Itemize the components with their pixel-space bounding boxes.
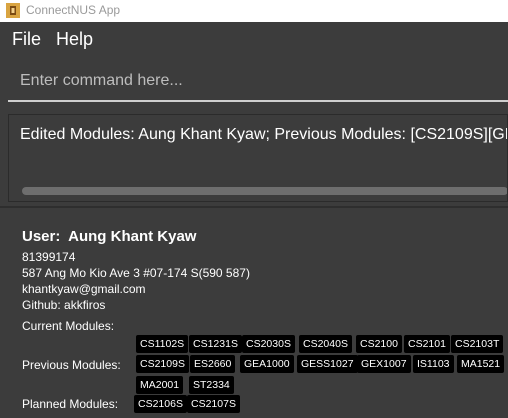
result-text: Edited Modules: Aung Khant Kyaw; Previou… <box>20 126 507 143</box>
module-tag: IS1103 <box>413 355 454 373</box>
panel-divider <box>0 206 508 208</box>
title-bar: ConnectNUS App <box>0 0 508 22</box>
module-tag: ES2660 <box>190 355 236 373</box>
person-card: User: Aung Khant Kyaw 81399174 587 Ang M… <box>22 227 508 313</box>
command-box <box>8 62 508 102</box>
window-title: ConnectNUS App <box>26 3 121 17</box>
horizontal-scrollbar[interactable] <box>14 186 507 196</box>
menu-help[interactable]: Help <box>56 28 93 50</box>
user-heading: User: Aung Khant Kyaw <box>22 227 508 247</box>
scrollbar-thumb[interactable] <box>22 187 507 195</box>
module-tag: CS2106S <box>134 395 187 413</box>
module-tag: CS1231S <box>189 335 242 353</box>
github: Github: akkfiros <box>22 298 106 312</box>
result-display: Edited Modules: Aung Khant Kyaw; Previou… <box>8 114 508 202</box>
user-prefix: User: <box>22 228 61 245</box>
command-input[interactable] <box>8 62 508 100</box>
module-tag: GEA1000 <box>240 355 294 373</box>
previous-modules-label: Previous Modules: <box>22 358 121 372</box>
module-tag: CS2103T <box>451 335 504 353</box>
module-tag: GESS1027 <box>297 355 358 373</box>
module-tag: CS2030S <box>242 335 295 353</box>
app-icon <box>6 3 20 18</box>
module-tag: CS2101 <box>404 335 450 353</box>
module-tag: CS2040S <box>299 335 352 353</box>
module-tag: ST2334 <box>189 376 234 394</box>
current-modules-label: Current Modules: <box>22 319 115 333</box>
module-tag: CS2109S <box>136 355 189 373</box>
planned-modules-label: Planned Modules: <box>22 397 119 411</box>
email: khantkyaw@gmail.com <box>22 282 146 296</box>
module-tag: CS1102S <box>136 335 189 353</box>
menu-bar: File Help <box>0 22 508 55</box>
module-tag: MA1521 <box>457 355 505 373</box>
user-name: Aung Khant Kyaw <box>68 228 197 245</box>
module-tag: CS2107S <box>187 395 240 413</box>
module-tag: MA2001 <box>136 376 184 394</box>
address: 587 Ang Mo Kio Ave 3 #07-174 S(590 587) <box>22 266 250 280</box>
menu-file[interactable]: File <box>12 28 41 50</box>
module-tag: CS2100 <box>356 335 402 353</box>
module-tag: GEX1007 <box>357 355 411 373</box>
phone-number: 81399174 <box>22 250 76 264</box>
